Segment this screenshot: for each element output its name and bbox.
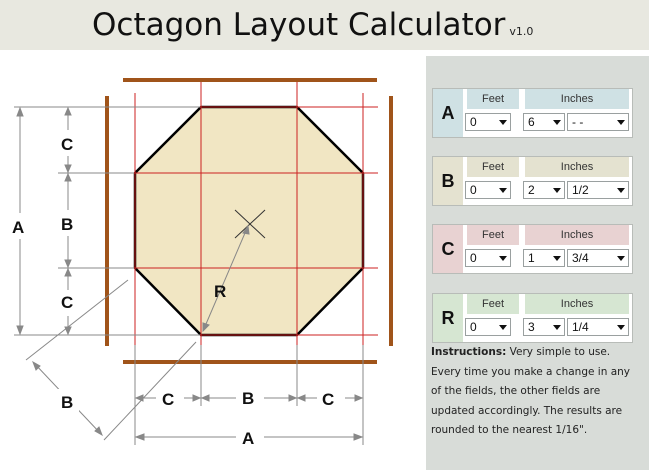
label-c-top: C (61, 135, 73, 154)
inches-header: Inches (525, 294, 629, 314)
feet-value: 0 (470, 320, 477, 334)
feet-header: Feet (467, 89, 519, 109)
inches-header: Inches (525, 89, 629, 109)
app-version: v1.0 (509, 25, 534, 38)
group-letter-b: B (441, 170, 455, 191)
fraction-select-r[interactable]: 1/4 (567, 318, 629, 336)
label-b-vertical: B (61, 215, 73, 234)
fraction-value: 1/4 (572, 320, 589, 334)
group-fields-c: Feet Inches 0 1 3/4 (463, 225, 632, 273)
dropdown-arrow-icon (617, 120, 625, 125)
dropdown-arrow-icon (499, 325, 507, 330)
fraction-value: 3/4 (572, 251, 589, 265)
instructions-heading: Instructions: (431, 346, 507, 358)
dimension-group-a: A Feet Inches 0 6 - - (432, 88, 633, 138)
group-fields-r: Feet Inches 0 3 1/4 (463, 294, 632, 342)
fraction-value: 1/2 (572, 183, 589, 197)
group-letter-a: A (441, 102, 455, 123)
label-r: R (214, 282, 226, 301)
fraction-value: - - (572, 115, 584, 129)
feet-header: Feet (467, 294, 519, 314)
dropdown-arrow-icon (553, 188, 561, 193)
group-letter-r: R (441, 307, 455, 328)
label-a-vertical: A (12, 218, 24, 237)
octagon-shape (133, 105, 365, 337)
inches-header: Inches (525, 225, 629, 245)
inches-header: Inches (525, 157, 629, 177)
dropdown-arrow-icon (617, 325, 625, 330)
dropdown-arrow-icon (499, 256, 507, 261)
feet-value: 0 (470, 251, 477, 265)
feet-value: 0 (470, 183, 477, 197)
dropdown-arrow-icon (617, 256, 625, 261)
dropdown-arrow-icon (499, 120, 507, 125)
fraction-select-a[interactable]: - - (567, 113, 629, 131)
label-c-left: C (162, 390, 174, 409)
dimension-group-r: R Feet Inches 0 3 1/4 (432, 293, 633, 343)
fraction-select-c[interactable]: 3/4 (567, 249, 629, 267)
inches-value: 3 (528, 320, 535, 334)
inches-select-c[interactable]: 1 (523, 249, 565, 267)
fraction-select-b[interactable]: 1/2 (567, 181, 629, 199)
inches-select-r[interactable]: 3 (523, 318, 565, 336)
header-bar: Octagon Layout Calculator v1.0 (0, 0, 649, 50)
inches-select-a[interactable]: 6 (523, 113, 565, 131)
label-a-horizontal: A (242, 429, 254, 448)
dimension-group-c: C Feet Inches 0 1 3/4 (432, 224, 633, 274)
label-c-bottom: C (61, 293, 73, 312)
group-fields-a: Feet Inches 0 6 - - (463, 89, 632, 137)
feet-select-b[interactable]: 0 (465, 181, 511, 199)
app-title: Octagon Layout Calculator v1.0 (92, 7, 534, 43)
label-b-diagonal: B (61, 393, 73, 412)
feet-select-r[interactable]: 0 (465, 318, 511, 336)
feet-header: Feet (467, 225, 519, 245)
feet-header: Feet (467, 157, 519, 177)
instructions: Instructions: Very simple to use. Every … (431, 343, 643, 441)
label-c-right: C (322, 390, 334, 409)
group-letter-c: C (441, 238, 455, 259)
dimension-group-b: B Feet Inches 0 2 1/2 (432, 156, 633, 206)
feet-select-c[interactable]: 0 (465, 249, 511, 267)
instructions-text: Very simple to use. Every time you make … (431, 346, 630, 436)
dropdown-arrow-icon (617, 188, 625, 193)
dropdown-arrow-icon (553, 120, 561, 125)
octagon-diagram: R A C B C C B C A B (9, 78, 393, 450)
dropdown-arrow-icon (553, 256, 561, 261)
dropdown-arrow-icon (553, 325, 561, 330)
inches-select-b[interactable]: 2 (523, 181, 565, 199)
label-b-horizontal: B (242, 389, 254, 408)
feet-select-a[interactable]: 0 (465, 113, 511, 131)
inches-value: 6 (528, 115, 535, 129)
dropdown-arrow-icon (499, 188, 507, 193)
feet-value: 0 (470, 115, 477, 129)
inches-value: 2 (528, 183, 535, 197)
inches-value: 1 (528, 251, 535, 265)
group-fields-b: Feet Inches 0 2 1/2 (463, 157, 632, 205)
